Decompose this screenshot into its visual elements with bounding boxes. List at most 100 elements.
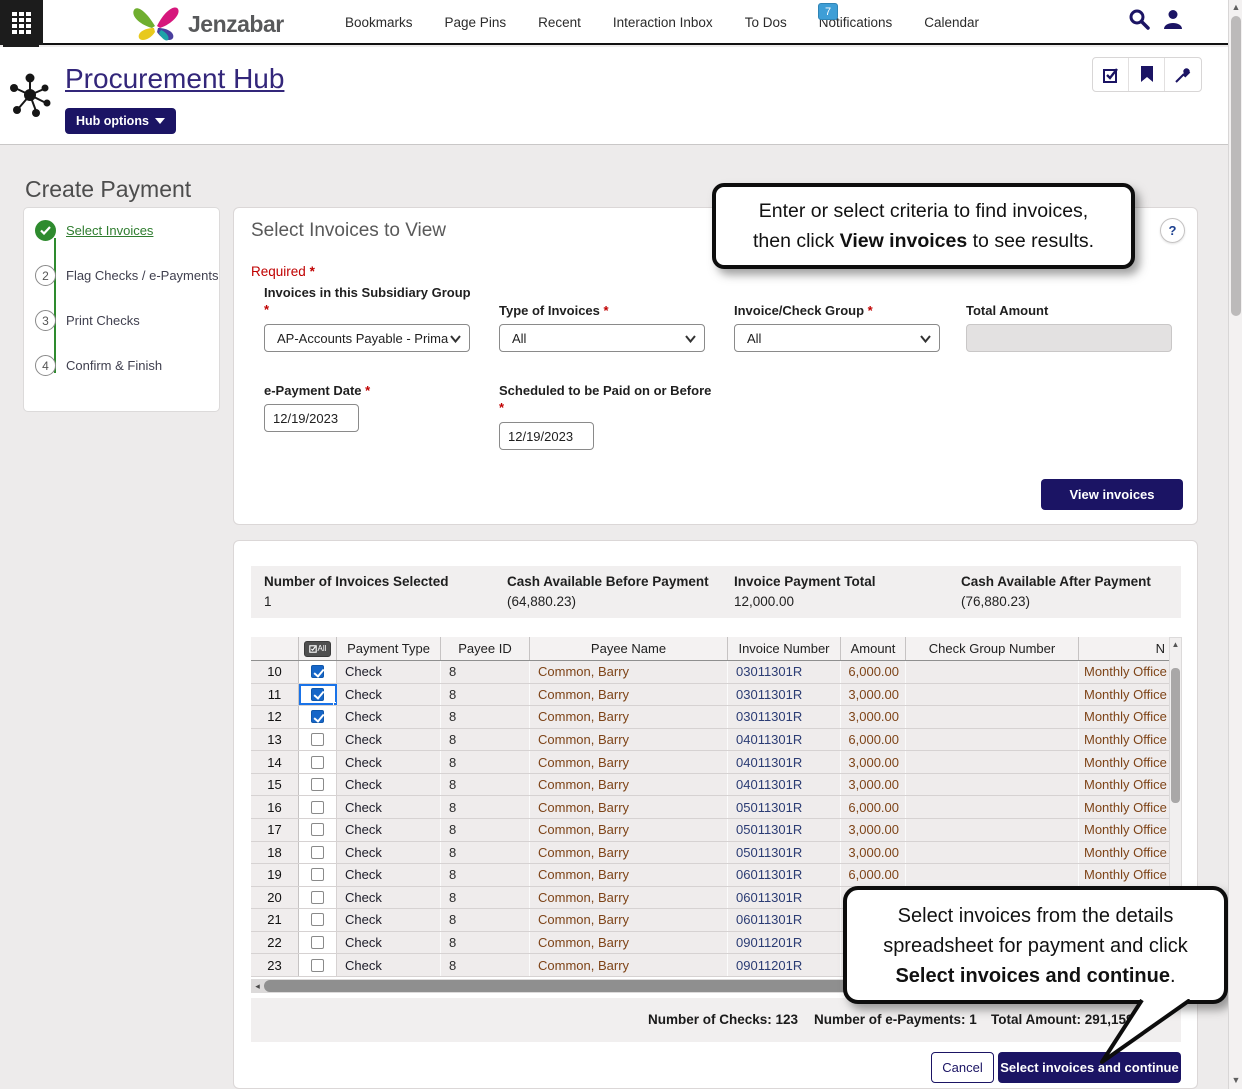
col-payee-id[interactable]: Payee ID [441,637,530,660]
payment-type-cell: Check [337,909,441,931]
row-checkbox-cell[interactable] [299,684,337,706]
invoice-check-group-select[interactable]: All [734,324,940,352]
page-scroll-down-arrow[interactable]: ▼ [1229,1075,1242,1085]
page-scroll-up-arrow[interactable]: ▲ [1229,2,1242,12]
col-invoice-number[interactable]: Invoice Number [728,637,841,660]
col-amount[interactable]: Amount [841,637,906,660]
row-checkbox-cell[interactable] [299,842,337,864]
nav-page-pins[interactable]: Page Pins [445,15,507,30]
chevron-down-icon [920,335,931,343]
checkbox-checked[interactable] [311,710,324,723]
payment-type-cell: Check [337,729,441,751]
type-of-invoices-select[interactable]: All [499,324,705,352]
nav-calendar[interactable]: Calendar [924,15,979,30]
scroll-left-arrow[interactable]: ◂ [251,981,264,992]
row-number: 15 [251,774,299,796]
select-all-button[interactable]: All [304,641,331,657]
invoice-number-cell: 03011301R [728,661,841,683]
tasks-check-button[interactable] [1093,58,1129,91]
hub-title-link[interactable]: Procurement Hub [65,63,284,95]
table-row: 18Check8Common, Barry05011301R3,000.00Mo… [251,842,1169,865]
payment-type-cell: Check [337,706,441,728]
step-select-invoices[interactable]: Select Invoices [35,220,153,241]
payee-id-cell: 8 [441,864,530,886]
invoice-number-cell: 09011201R [728,932,841,954]
row-checkbox-cell[interactable] [299,706,337,728]
nav-recent[interactable]: Recent [538,15,581,30]
checkbox-unchecked[interactable] [311,868,324,881]
checkbox-unchecked[interactable] [311,756,324,769]
payment-type-cell: Check [337,932,441,954]
row-checkbox-cell[interactable] [299,909,337,931]
user-icon[interactable] [1162,8,1184,30]
col-check-group-number[interactable]: Check Group Number [906,637,1079,660]
nav-interaction-inbox[interactable]: Interaction Inbox [613,15,713,30]
page-scrollbar[interactable]: ▲ ▼ [1228,0,1242,1089]
pin-button[interactable] [1165,58,1201,91]
row-checkbox-cell[interactable] [299,796,337,818]
checkbox-unchecked[interactable] [311,913,324,926]
checkbox-unchecked[interactable] [311,959,324,972]
col-payment-type[interactable]: Payment Type [337,637,441,660]
payee-id-cell: 8 [441,909,530,931]
help-icon[interactable]: ? [1160,218,1185,243]
scheduled-date-input[interactable]: 12/19/2023 [499,422,594,450]
row-checkbox-cell[interactable] [299,887,337,909]
invoice-number-cell: 06011301R [728,909,841,931]
summary-cash-before: Cash Available Before Payment(64,880.23) [507,574,734,618]
nav-bookmarks[interactable]: Bookmarks [345,15,413,30]
step4-circle: 4 [35,355,56,376]
payee-name-cell: Common, Barry [530,887,728,909]
row-checkbox-cell[interactable] [299,864,337,886]
checkbox-unchecked[interactable] [311,801,324,814]
pushpin-icon [1174,66,1192,84]
checkbox-unchecked[interactable] [311,778,324,791]
number-of-checks: Number of Checks: 123 [648,1012,798,1027]
payment-type-cell: Check [337,887,441,909]
row-checkbox-cell[interactable] [299,954,337,976]
page-title: Create Payment [25,176,191,203]
row-checkbox-cell[interactable] [299,751,337,773]
brand-name: Jenzabar [188,11,284,38]
checkbox-unchecked[interactable] [311,823,324,836]
table-row: 11Check8Common, Barry03011301R3,000.00Mo… [251,684,1169,707]
payee-id-cell: 8 [441,729,530,751]
col-name-truncated[interactable]: N [1079,637,1169,660]
payment-type-cell: Check [337,774,441,796]
amount-cell: 6,000.00 [841,864,906,886]
checkbox-unchecked[interactable] [311,936,324,949]
invoice-number-cell: 06011301R [728,864,841,886]
checkbox-checked[interactable] [311,688,324,701]
row-checkbox-cell[interactable] [299,819,337,841]
active-cell-fill-handle[interactable] [333,702,337,705]
vertical-scroll-thumb[interactable] [1171,668,1180,803]
nav-to-dos[interactable]: To Dos [745,15,787,30]
app-menu-button[interactable] [0,0,43,45]
cancel-button[interactable]: Cancel [931,1052,994,1083]
page-scroll-thumb[interactable] [1231,16,1241,316]
subsidiary-group-select[interactable]: AP-Accounts Payable - Prima [264,324,470,352]
checkbox-checked[interactable] [311,665,324,678]
checkbox-unchecked[interactable] [311,891,324,904]
epayment-date-input[interactable]: 12/19/2023 [264,404,359,432]
invoice-number-cell: 03011301R [728,684,841,706]
row-checkbox-cell[interactable] [299,661,337,683]
jenzabar-logo: Jenzabar [130,4,284,44]
amount-cell: 3,000.00 [841,842,906,864]
check-group-cell [906,751,1079,773]
check-icon [40,226,51,235]
search-icon[interactable] [1128,8,1150,30]
bookmark-button[interactable] [1129,58,1165,91]
checkbox-unchecked[interactable] [311,733,324,746]
check-square-icon [1102,66,1120,84]
col-payee-name[interactable]: Payee Name [530,637,728,660]
hub-options-button[interactable]: Hub options [65,108,176,134]
view-invoices-button[interactable]: View invoices [1041,479,1183,510]
step-confirm-finish: 4 Confirm & Finish [35,355,162,376]
row-checkbox-cell[interactable] [299,729,337,751]
row-checkbox-cell[interactable] [299,774,337,796]
checkbox-unchecked[interactable] [311,846,324,859]
scroll-up-arrow[interactable]: ▲ [1170,638,1181,651]
payee-name-cell: Common, Barry [530,706,728,728]
row-checkbox-cell[interactable] [299,932,337,954]
